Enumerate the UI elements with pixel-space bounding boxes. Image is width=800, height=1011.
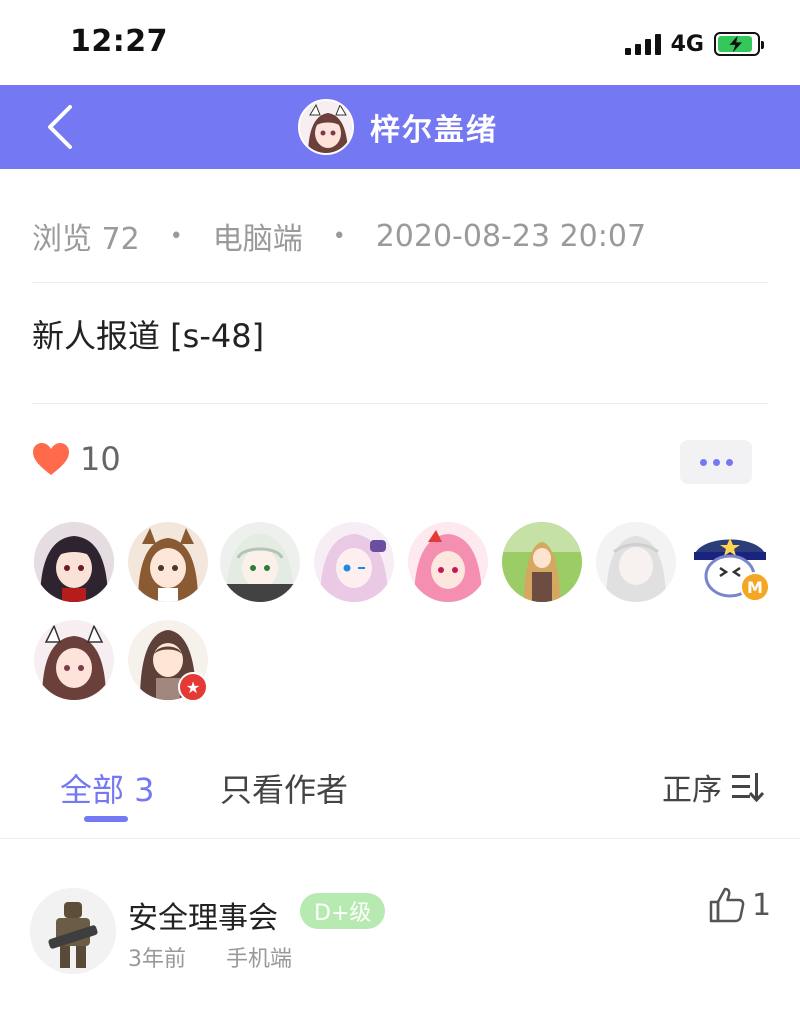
comment-username[interactable]: 安全理事会: [128, 893, 278, 937]
liker-avatar[interactable]: [128, 522, 208, 602]
nav-header: 梓尔盖绪: [0, 85, 800, 169]
liker-avatar[interactable]: M: [690, 522, 770, 602]
sort-button[interactable]: 正序: [662, 765, 764, 809]
like-count: 10: [80, 440, 121, 478]
author-avatar[interactable]: [298, 99, 354, 155]
star-badge-icon: ★: [178, 672, 208, 702]
back-button[interactable]: [40, 103, 86, 151]
thumbs-up-icon: [709, 887, 745, 923]
post-datetime: 2020-08-23 20:07: [375, 218, 647, 254]
sort-icon: [732, 773, 764, 802]
comment-device: 手机端: [226, 947, 293, 972]
meta-separator: •: [169, 223, 183, 249]
liker-avatar[interactable]: [502, 522, 582, 602]
level-badge: D+级: [300, 893, 386, 929]
sort-label: 正序: [662, 773, 722, 808]
header-title: 梓尔盖绪: [370, 113, 498, 148]
liker-avatar[interactable]: [220, 522, 300, 602]
liker-avatar[interactable]: ★: [128, 620, 208, 702]
comment-time: 3年前: [128, 947, 186, 972]
comment-meta: 3年前 手机端: [128, 941, 292, 973]
post-device: 电脑端: [212, 222, 303, 257]
battery-icon: [714, 32, 764, 56]
view-count: 浏览 72: [32, 222, 140, 257]
liker-avatar[interactable]: [596, 522, 676, 602]
more-dots-icon: [699, 458, 707, 466]
divider: [0, 838, 800, 839]
comment-like-count: 1: [752, 887, 772, 923]
status-indicators: 4G: [624, 28, 764, 60]
liker-avatar[interactable]: [408, 522, 488, 602]
like-button[interactable]: 10: [32, 440, 121, 478]
m-badge-icon: M: [740, 572, 770, 602]
divider: [32, 403, 768, 404]
divider: [32, 282, 768, 283]
post-meta: 浏览 72 • 电脑端 • 2020-08-23 20:07: [32, 214, 646, 258]
meta-separator: •: [332, 223, 346, 249]
comment-like-button[interactable]: 1: [708, 886, 771, 924]
liker-avatar[interactable]: [34, 522, 114, 602]
liker-avatar[interactable]: [314, 522, 394, 602]
header-user[interactable]: 梓尔盖绪: [298, 97, 498, 157]
post-content: 新人报道 [s-48]: [32, 317, 265, 355]
liker-avatar[interactable]: [34, 620, 114, 700]
comment-avatar[interactable]: [30, 888, 116, 974]
tab-all[interactable]: 全部 3: [60, 765, 155, 811]
signal-icon: [624, 33, 661, 55]
status-bar: 12:27 4G: [0, 0, 800, 85]
status-time: 12:27: [70, 24, 168, 59]
tab-author-only[interactable]: 只看作者: [220, 765, 348, 811]
network-type: 4G: [670, 31, 704, 57]
heart-icon: [33, 443, 69, 475]
more-options-button[interactable]: [680, 440, 752, 484]
active-tab-indicator: [84, 816, 128, 822]
chevron-left-icon: [48, 105, 72, 149]
